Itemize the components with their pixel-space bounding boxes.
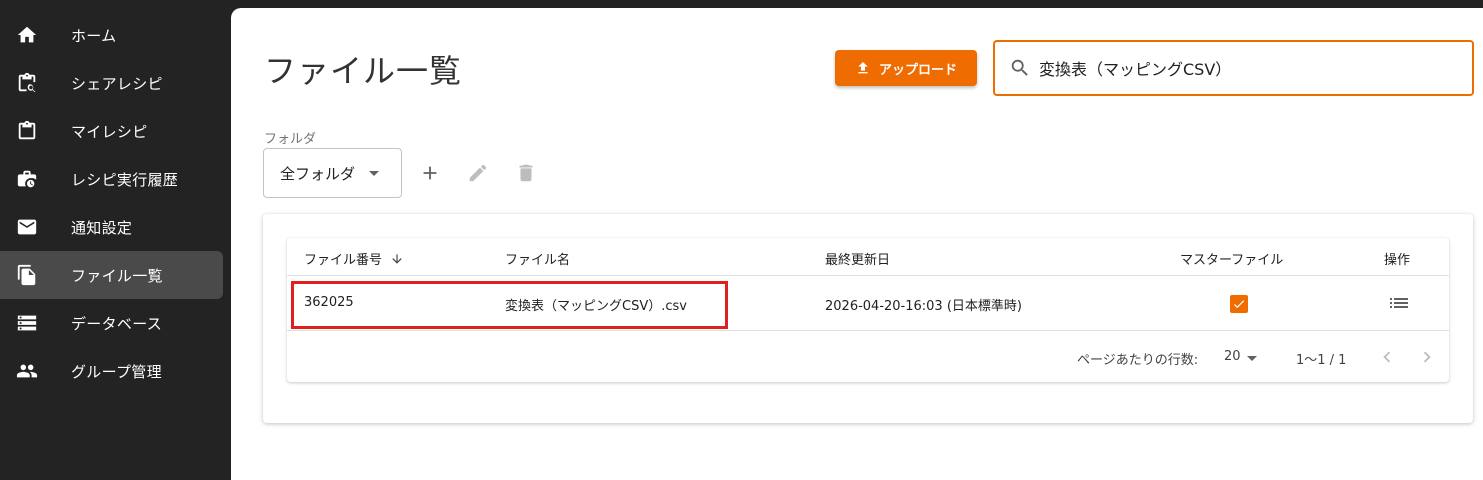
search-box[interactable] <box>993 40 1474 96</box>
sidebar: ホーム シェアレシピ マイレシピ レシピ実行履歴 通知設定 ファイル一覧 データ… <box>0 0 231 480</box>
column-header-file-number[interactable]: ファイル番号 <box>304 249 404 270</box>
next-page-button[interactable] <box>1416 346 1438 368</box>
pencil-icon <box>469 164 487 182</box>
briefcase-clock-icon <box>15 167 39 191</box>
column-header-last-updated[interactable]: 最終更新日 <box>825 249 890 268</box>
clipboard-icon <box>15 119 39 143</box>
file-table: ファイル番号 ファイル名 最終更新日 マスターファイル 操作 362025 変換… <box>287 238 1449 382</box>
check-icon <box>1233 300 1245 309</box>
rows-per-page-select[interactable]: 20 <box>1224 349 1241 364</box>
column-header-master-file[interactable]: マスターファイル <box>1180 249 1283 268</box>
sidebar-item-share-recipe[interactable]: シェアレシピ <box>0 59 223 107</box>
sidebar-item-label: グループ管理 <box>71 362 162 381</box>
previous-page-button[interactable] <box>1376 346 1398 368</box>
upload-button[interactable]: アップロード <box>835 50 977 86</box>
sidebar-item-home[interactable]: ホーム <box>0 11 223 59</box>
table-pagination: ページあたりの行数: 20 1〜1 / 1 <box>287 332 1449 382</box>
upload-icon <box>858 62 868 74</box>
search-icon <box>1011 59 1028 76</box>
sidebar-item-notification-settings[interactable]: 通知設定 <box>0 203 223 251</box>
edit-folder-button[interactable] <box>465 160 491 186</box>
column-header-label: ファイル番号 <box>304 253 383 268</box>
arrow-down-icon <box>390 252 404 270</box>
folder-select-value: 全フォルダ <box>280 164 356 183</box>
sidebar-item-label: データベース <box>71 314 163 333</box>
row-actions-menu-icon[interactable] <box>1387 291 1411 315</box>
table-header: ファイル番号 ファイル名 最終更新日 マスターファイル 操作 <box>287 238 1449 276</box>
add-folder-button[interactable] <box>417 160 443 186</box>
sidebar-item-label: ホーム <box>71 26 117 45</box>
home-icon <box>15 23 39 47</box>
file-copy-icon <box>15 263 39 287</box>
chevron-right-icon <box>1423 351 1431 363</box>
sidebar-item-group-management[interactable]: グループ管理 <box>0 347 223 395</box>
sidebar-item-label: レシピ実行履歴 <box>71 170 179 189</box>
upload-button-label: アップロード <box>878 62 957 78</box>
clipboard-search-icon <box>15 71 39 95</box>
cell-last-updated: 2026-04-20-16:03 (日本標準時) <box>825 299 1022 314</box>
file-table-card: ファイル番号 ファイル名 最終更新日 マスターファイル 操作 362025 変換… <box>263 214 1473 423</box>
plus-icon <box>423 166 437 180</box>
page-title: ファイル一覧 <box>264 52 463 90</box>
folder-select[interactable]: 全フォルダ <box>263 148 402 198</box>
master-file-checkbox[interactable] <box>1230 295 1248 313</box>
table-row[interactable]: 362025 変換表（マッピングCSV）.csv 2026-04-20-16:0… <box>287 276 1449 331</box>
people-icon <box>15 359 39 383</box>
sidebar-item-label: マイレシピ <box>71 122 148 141</box>
search-input[interactable] <box>1039 58 1459 78</box>
folder-caption: フォルダ <box>264 132 317 147</box>
sidebar-item-recipe-history[interactable]: レシピ実行履歴 <box>0 155 223 203</box>
rows-per-page-label: ページあたりの行数: <box>1077 353 1199 368</box>
sidebar-item-file-list[interactable]: ファイル一覧 <box>0 251 223 299</box>
pagination-range: 1〜1 / 1 <box>1296 353 1347 368</box>
sidebar-item-database[interactable]: データベース <box>0 299 223 347</box>
chevron-down-icon[interactable] <box>1247 356 1257 361</box>
column-header-actions: 操作 <box>1384 253 1411 268</box>
mail-icon <box>15 215 39 239</box>
trash-icon <box>519 164 533 182</box>
main-content: ファイル一覧 アップロード フォルダ 全フォルダ ファイル番号 ファイル名 最終… <box>231 8 1483 480</box>
sidebar-item-label: シェアレシピ <box>71 74 163 93</box>
column-header-file-name[interactable]: ファイル名 <box>505 249 570 268</box>
cell-file-name[interactable]: 変換表（マッピングCSV）.csv <box>505 295 687 314</box>
cell-file-number: 362025 <box>304 295 354 310</box>
storage-icon <box>15 311 39 335</box>
chevron-down-icon <box>369 171 379 176</box>
sidebar-item-label: 通知設定 <box>71 218 133 237</box>
chevron-left-icon <box>1383 351 1391 363</box>
sidebar-item-label: ファイル一覧 <box>71 266 163 285</box>
sidebar-item-my-recipe[interactable]: マイレシピ <box>0 107 223 155</box>
delete-folder-button[interactable] <box>513 160 539 186</box>
